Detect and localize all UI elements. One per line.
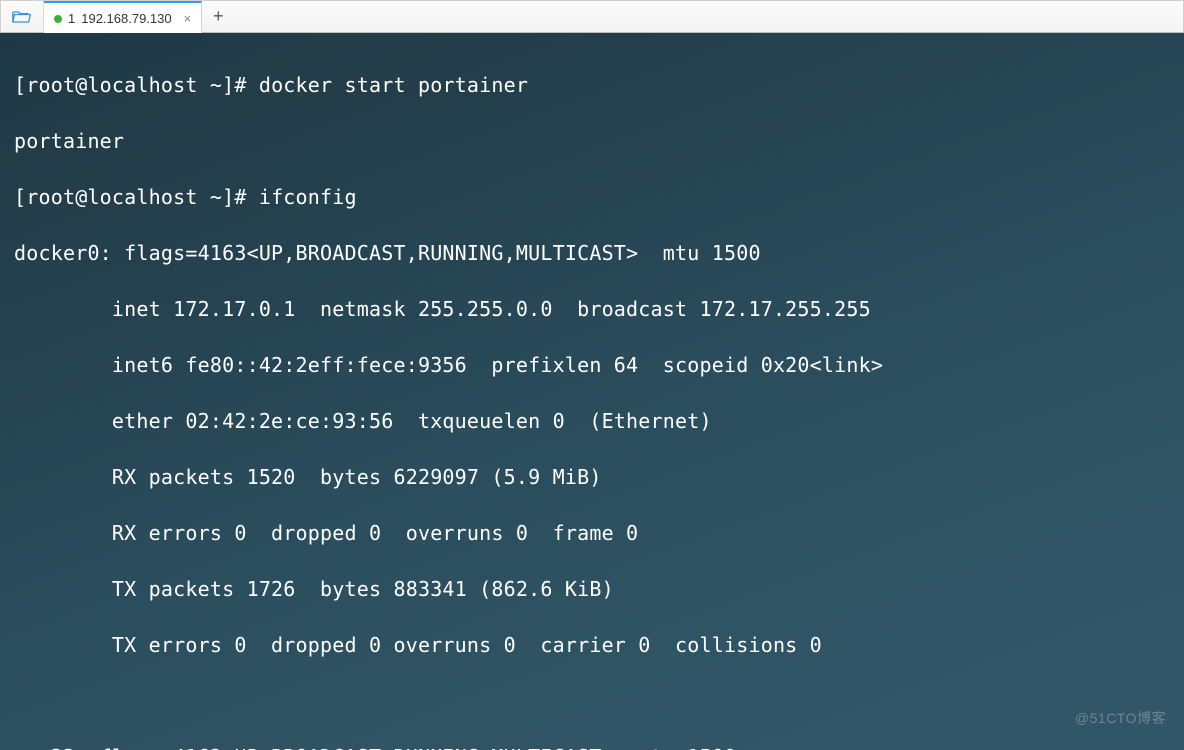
terminal-line: inet6 fe80::42:2eff:fece:9356 prefixlen … bbox=[14, 351, 1174, 379]
close-tab-button[interactable]: × bbox=[184, 11, 192, 26]
terminal-line: [root@localhost ~]# docker start portain… bbox=[14, 71, 1174, 99]
terminal-line: [root@localhost ~]# ifconfig bbox=[14, 183, 1174, 211]
open-button[interactable] bbox=[1, 1, 44, 32]
add-tab-button[interactable]: + bbox=[202, 1, 234, 32]
status-dot-icon bbox=[54, 15, 62, 23]
session-tab[interactable]: 1 192.168.79.130 × bbox=[44, 1, 202, 34]
prompt: [root@localhost ~]# bbox=[14, 73, 259, 97]
terminal-output[interactable]: [root@localhost ~]# docker start portain… bbox=[0, 33, 1184, 750]
terminal-line: TX errors 0 dropped 0 overruns 0 carrier… bbox=[14, 631, 1174, 659]
iface-ens33-header: ens33: flags=4163<UP,BROADCAST,RUNNING,M… bbox=[14, 743, 1174, 750]
terminal-line: ether 02:42:2e:ce:93:56 txqueuelen 0 (Et… bbox=[14, 407, 1174, 435]
command-text: docker start portainer bbox=[259, 73, 528, 97]
watermark: @51CTO博客 bbox=[1075, 704, 1166, 732]
tab-index: 1 bbox=[68, 11, 75, 26]
terminal-line: RX packets 1520 bytes 6229097 (5.9 MiB) bbox=[14, 463, 1174, 491]
terminal-line: RX errors 0 dropped 0 overruns 0 frame 0 bbox=[14, 519, 1174, 547]
folder-open-icon bbox=[12, 10, 32, 24]
plus-icon: + bbox=[213, 6, 224, 27]
terminal-line: portainer bbox=[14, 127, 1174, 155]
title-toolbar: 1 192.168.79.130 × + bbox=[0, 0, 1184, 33]
terminal-line: TX packets 1726 bytes 883341 (862.6 KiB) bbox=[14, 575, 1174, 603]
terminal-line: inet 172.17.0.1 netmask 255.255.0.0 broa… bbox=[14, 295, 1174, 323]
iface-docker0-header: docker0: flags=4163<UP,BROADCAST,RUNNING… bbox=[14, 239, 1174, 267]
tab-title: 192.168.79.130 bbox=[81, 11, 171, 26]
blank-line bbox=[14, 687, 1174, 715]
command-text: ifconfig bbox=[259, 185, 357, 209]
prompt: [root@localhost ~]# bbox=[14, 185, 259, 209]
